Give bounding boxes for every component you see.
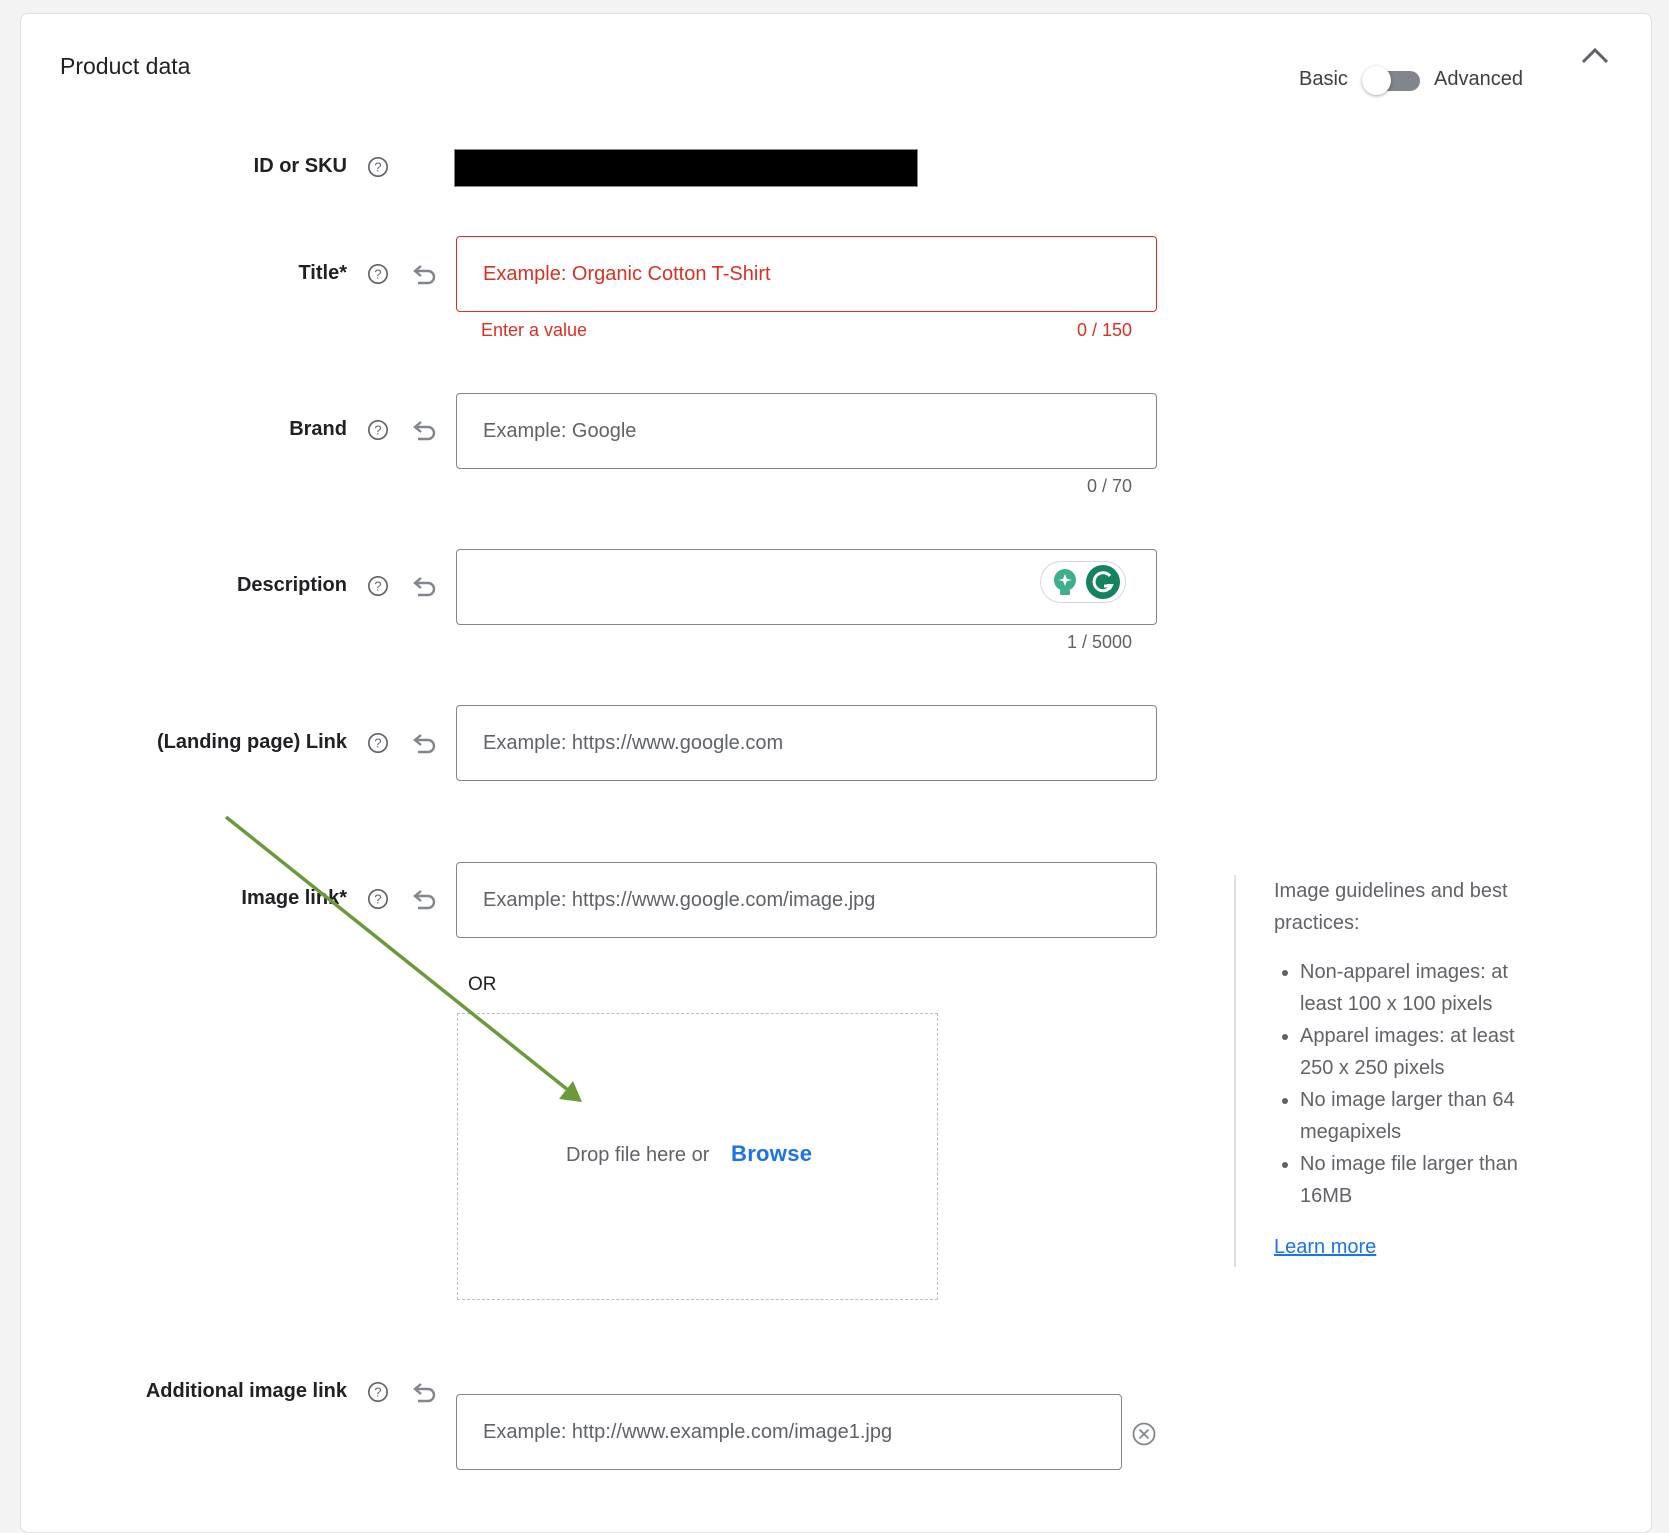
guidelines-divider <box>1234 875 1236 1267</box>
grammarly-icon[interactable] <box>1085 564 1121 600</box>
link-label: (Landing page) Link <box>157 731 347 753</box>
description-char-counter: 1 / 5000 <box>1066 632 1132 652</box>
help-icon[interactable]: ? <box>367 888 389 910</box>
browse-button[interactable]: Browse <box>731 1141 812 1167</box>
description-field[interactable] <box>456 549 1157 625</box>
title-char-counter: 0 / 150 <box>1076 320 1132 340</box>
undo-icon[interactable] <box>412 1380 438 1404</box>
guidelines-heading: Image guidelines and best practices: <box>1274 880 1508 934</box>
title-error-text: Enter a value <box>481 320 588 340</box>
svg-text:?: ? <box>374 892 381 907</box>
help-icon[interactable]: ? <box>367 575 389 597</box>
learn-more-link[interactable]: Learn more <box>1274 1236 1376 1259</box>
svg-text:?: ? <box>374 736 381 751</box>
brand-input[interactable] <box>457 394 1156 468</box>
chevron-up-icon[interactable] <box>1580 44 1610 68</box>
additional-image-link-label: Additional image link <box>145 1380 347 1402</box>
undo-icon[interactable] <box>412 262 438 286</box>
grammarly-widget[interactable] <box>1040 561 1126 603</box>
image-link-input[interactable] <box>457 863 1156 937</box>
link-field[interactable] <box>456 705 1157 781</box>
id-sku-label: ID or SKU <box>253 155 347 177</box>
undo-icon[interactable] <box>412 418 438 442</box>
guidelines-list: Non-apparel images: at least 100 x 100 p… <box>1274 956 1544 1212</box>
undo-icon[interactable] <box>412 574 438 598</box>
help-icon[interactable]: ? <box>367 1381 389 1403</box>
svg-text:?: ? <box>374 160 381 175</box>
undo-icon[interactable] <box>412 731 438 755</box>
brand-label: Brand <box>289 418 347 440</box>
card-title: Product data <box>60 53 191 79</box>
image-link-label: Image link* <box>241 887 347 909</box>
undo-icon[interactable] <box>412 887 438 911</box>
svg-text:?: ? <box>374 1385 381 1400</box>
clear-icon[interactable] <box>1132 1422 1156 1446</box>
link-input[interactable] <box>457 706 1156 780</box>
guideline-item: No image file larger than 16MB <box>1300 1148 1544 1212</box>
guideline-item: Apparel images: at least 250 x 250 pixel… <box>1300 1020 1544 1084</box>
toggle-thumb <box>1362 66 1391 95</box>
additional-image-link-input[interactable] <box>457 1395 1121 1469</box>
guideline-item: No image larger than 64 megapixels <box>1300 1084 1544 1148</box>
image-guidelines: Image guidelines and best practices: Non… <box>1274 875 1544 1212</box>
guideline-item: Non-apparel images: at least 100 x 100 p… <box>1300 956 1544 1020</box>
help-icon[interactable]: ? <box>367 419 389 441</box>
help-icon[interactable]: ? <box>367 156 389 178</box>
basic-advanced-toggle[interactable] <box>1362 66 1420 95</box>
title-label: Title* <box>298 262 347 284</box>
drop-file-text: Drop file here or <box>566 1144 710 1166</box>
description-label: Description <box>236 574 347 596</box>
svg-text:?: ? <box>374 579 381 594</box>
image-link-field[interactable] <box>456 862 1157 938</box>
additional-image-link-field[interactable] <box>456 1394 1122 1470</box>
brand-char-counter: 0 / 70 <box>1086 476 1132 496</box>
help-icon[interactable]: ? <box>367 263 389 285</box>
basic-mode-label[interactable]: Basic <box>1299 68 1348 91</box>
brand-field[interactable] <box>456 393 1157 469</box>
or-separator: OR <box>468 974 497 995</box>
title-input[interactable] <box>457 237 1156 311</box>
title-field[interactable] <box>456 236 1157 312</box>
advanced-mode-label[interactable]: Advanced <box>1434 68 1523 91</box>
svg-text:?: ? <box>374 267 381 282</box>
id-sku-value-redacted <box>454 149 918 187</box>
svg-text:?: ? <box>374 423 381 438</box>
lightbulb-icon[interactable] <box>1051 568 1079 598</box>
help-icon[interactable]: ? <box>367 732 389 754</box>
